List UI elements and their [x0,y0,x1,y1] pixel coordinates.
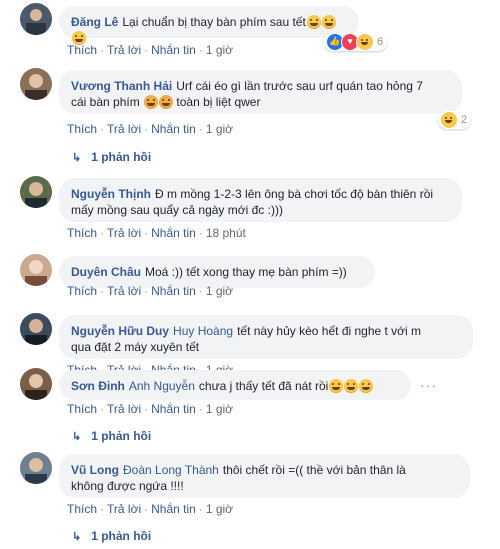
tagged-user-link[interactable]: Huy Hoàng [173,324,233,338]
tagged-user-link[interactable]: Đoàn Long Thành [123,463,219,477]
sad-emoji-icon [144,95,159,109]
comment-text: Urf cái éo gì lần trước sau urf quán tao… [176,79,423,93]
rofl-emoji-icon [344,379,359,393]
comment-time[interactable]: 1 giờ [206,43,233,57]
avatar[interactable] [20,313,52,345]
comment-author[interactable]: Vương Thanh Hải [71,79,172,93]
reply-arrow-icon: ↳ [72,431,82,443]
rofl-emoji-icon [329,379,344,393]
comment-actions: Thích · Trả lời · Nhắn tin · 18 phút [67,226,246,240]
comment-actions: Thích·Trả lời·Nhắn tin·1 giờ [67,43,234,57]
reaction-count: 2 [461,114,468,126]
reaction-summary[interactable]: 2 [438,111,472,129]
reply-arrow-icon: ↳ [72,152,82,164]
tag-button[interactable]: Nhắn tin [151,502,196,516]
comment-text: thôi chết rồi =(( thề với bản thân là [222,463,406,477]
view-replies-link[interactable]: ↳ 1 phản hồi [72,529,151,543]
haha-icon [440,111,458,129]
tag-button[interactable]: Nhắn tin [151,122,196,136]
avatar[interactable] [20,254,52,286]
laughing-emoji-icon [321,15,336,29]
like-button[interactable]: Thích [67,402,97,416]
comment-bubble: Đăng Lê Lại chuẩn bị thay bàn phím sau tế… [59,6,359,45]
comment-author[interactable]: Nguyễn Hữu Duy [71,324,169,338]
comment-author[interactable]: Đăng Lê [71,15,118,29]
tag-button[interactable]: Nhắn tin [151,402,196,416]
like-button[interactable]: Thích [67,226,97,240]
haha-icon [356,33,374,51]
comment-time[interactable]: 1 giờ [206,122,233,136]
avatar[interactable] [20,68,52,100]
replies-count: 1 phản hồi [91,429,152,443]
more-options-icon[interactable]: ··· [420,377,437,393]
tagged-user-link[interactable]: Anh Nguyễn [129,379,195,393]
like-button[interactable]: Thích [67,122,97,136]
comment-author[interactable]: Sơn Đinh [71,379,125,393]
reaction-count: 6 [377,36,384,48]
comment-actions: Thích·Trả lời·Nhắn tin·1 giờ [67,284,234,298]
avatar[interactable] [20,368,52,400]
comment-bubble: Sơn Đinh Anh Nguyễn chưa j thấy tết đã nát… [59,370,411,400]
reply-button[interactable]: Trả lời [107,226,141,240]
comment-bubble: Vương Thanh Hải Urf cái éo gì lần trước s… [59,70,462,114]
comment-author[interactable]: Nguyễn Thịnh [71,187,151,201]
like-button[interactable]: Thích [67,502,97,516]
comment-actions: Thích·Trả lời·Nhắn tin·1 giờ [67,402,234,416]
comment-text-line2: cái bàn phím [71,95,140,109]
comment-bubble: Nguyễn Hữu Duy Huy Hoàng tết này hủy kèo h… [59,315,473,359]
comment-time[interactable]: 18 phút [206,226,246,240]
comment-bubble: Vũ Long Đoàn Long Thành thôi chết rồi =(( … [59,454,470,498]
comment-text: chưa j thấy tết đã nát rồi [198,379,329,393]
rofl-emoji-icon [359,379,374,393]
reaction-summary[interactable]: 👍 ♥ 6 [324,33,388,51]
comment-time[interactable]: 1 giờ [206,502,233,516]
reply-arrow-icon: ↳ [72,531,82,543]
sad-emoji-icon [159,95,174,109]
view-replies-link[interactable]: ↳ 1 phản hồi [72,150,151,164]
like-button[interactable]: Thích [67,284,97,298]
comment-author[interactable]: Duyên Châu [71,265,141,279]
avatar[interactable] [20,452,52,484]
view-replies-link[interactable]: ↳ 1 phản hồi [72,429,151,443]
tag-button[interactable]: Nhắn tin [151,226,196,240]
reply-button[interactable]: Trả lời [107,284,141,298]
comment-text-line2: không được ngứa !!!! [71,479,184,493]
replies-count: 1 phản hồi [91,529,152,543]
comment-actions: Thích·Trả lời·Nhắn tin·1 giờ [67,502,234,516]
comment-text-line2b: toàn bị liệt qwer [176,95,261,109]
comment-text: Lại chuẩn bị thay bàn phím sau tết [122,15,306,29]
comment-text: Moá :)) tết xong thay mẹ bàn phím =)) [145,265,347,279]
tag-button[interactable]: Nhắn tin [151,284,196,298]
avatar[interactable] [20,3,52,35]
comment-text: Đ m mồng 1-2-3 lên ông bà chơi tốc độ bà… [155,187,434,201]
reply-button[interactable]: Trả lời [107,122,141,136]
replies-count: 1 phản hồi [91,150,152,164]
comment-text: tết này hủy kèo hết đi nghe t với m [237,324,422,338]
comment-time[interactable]: 1 giờ [206,402,233,416]
avatar[interactable] [20,176,52,208]
like-button[interactable]: Thích [67,43,97,57]
laughing-emoji-icon [306,15,321,29]
comment-time[interactable]: 1 giờ [206,284,233,298]
reply-button[interactable]: Trả lời [107,402,141,416]
reply-button[interactable]: Trả lời [107,43,141,57]
tag-button[interactable]: Nhắn tin [151,43,196,57]
comment-text-line2: mấy mồng sau quẩy cả ngày mới đc :))) [71,203,283,217]
comment-text-line2: qua đặt 2 máy xuyên tết [71,340,200,354]
comment-author[interactable]: Vũ Long [71,463,119,477]
reply-button[interactable]: Trả lời [107,502,141,516]
comment-actions: Thích·Trả lời·Nhắn tin·1 giờ [67,122,234,136]
comment-bubble: Nguyễn Thịnh Đ m mồng 1-2-3 lên ông bà ch… [59,178,462,222]
